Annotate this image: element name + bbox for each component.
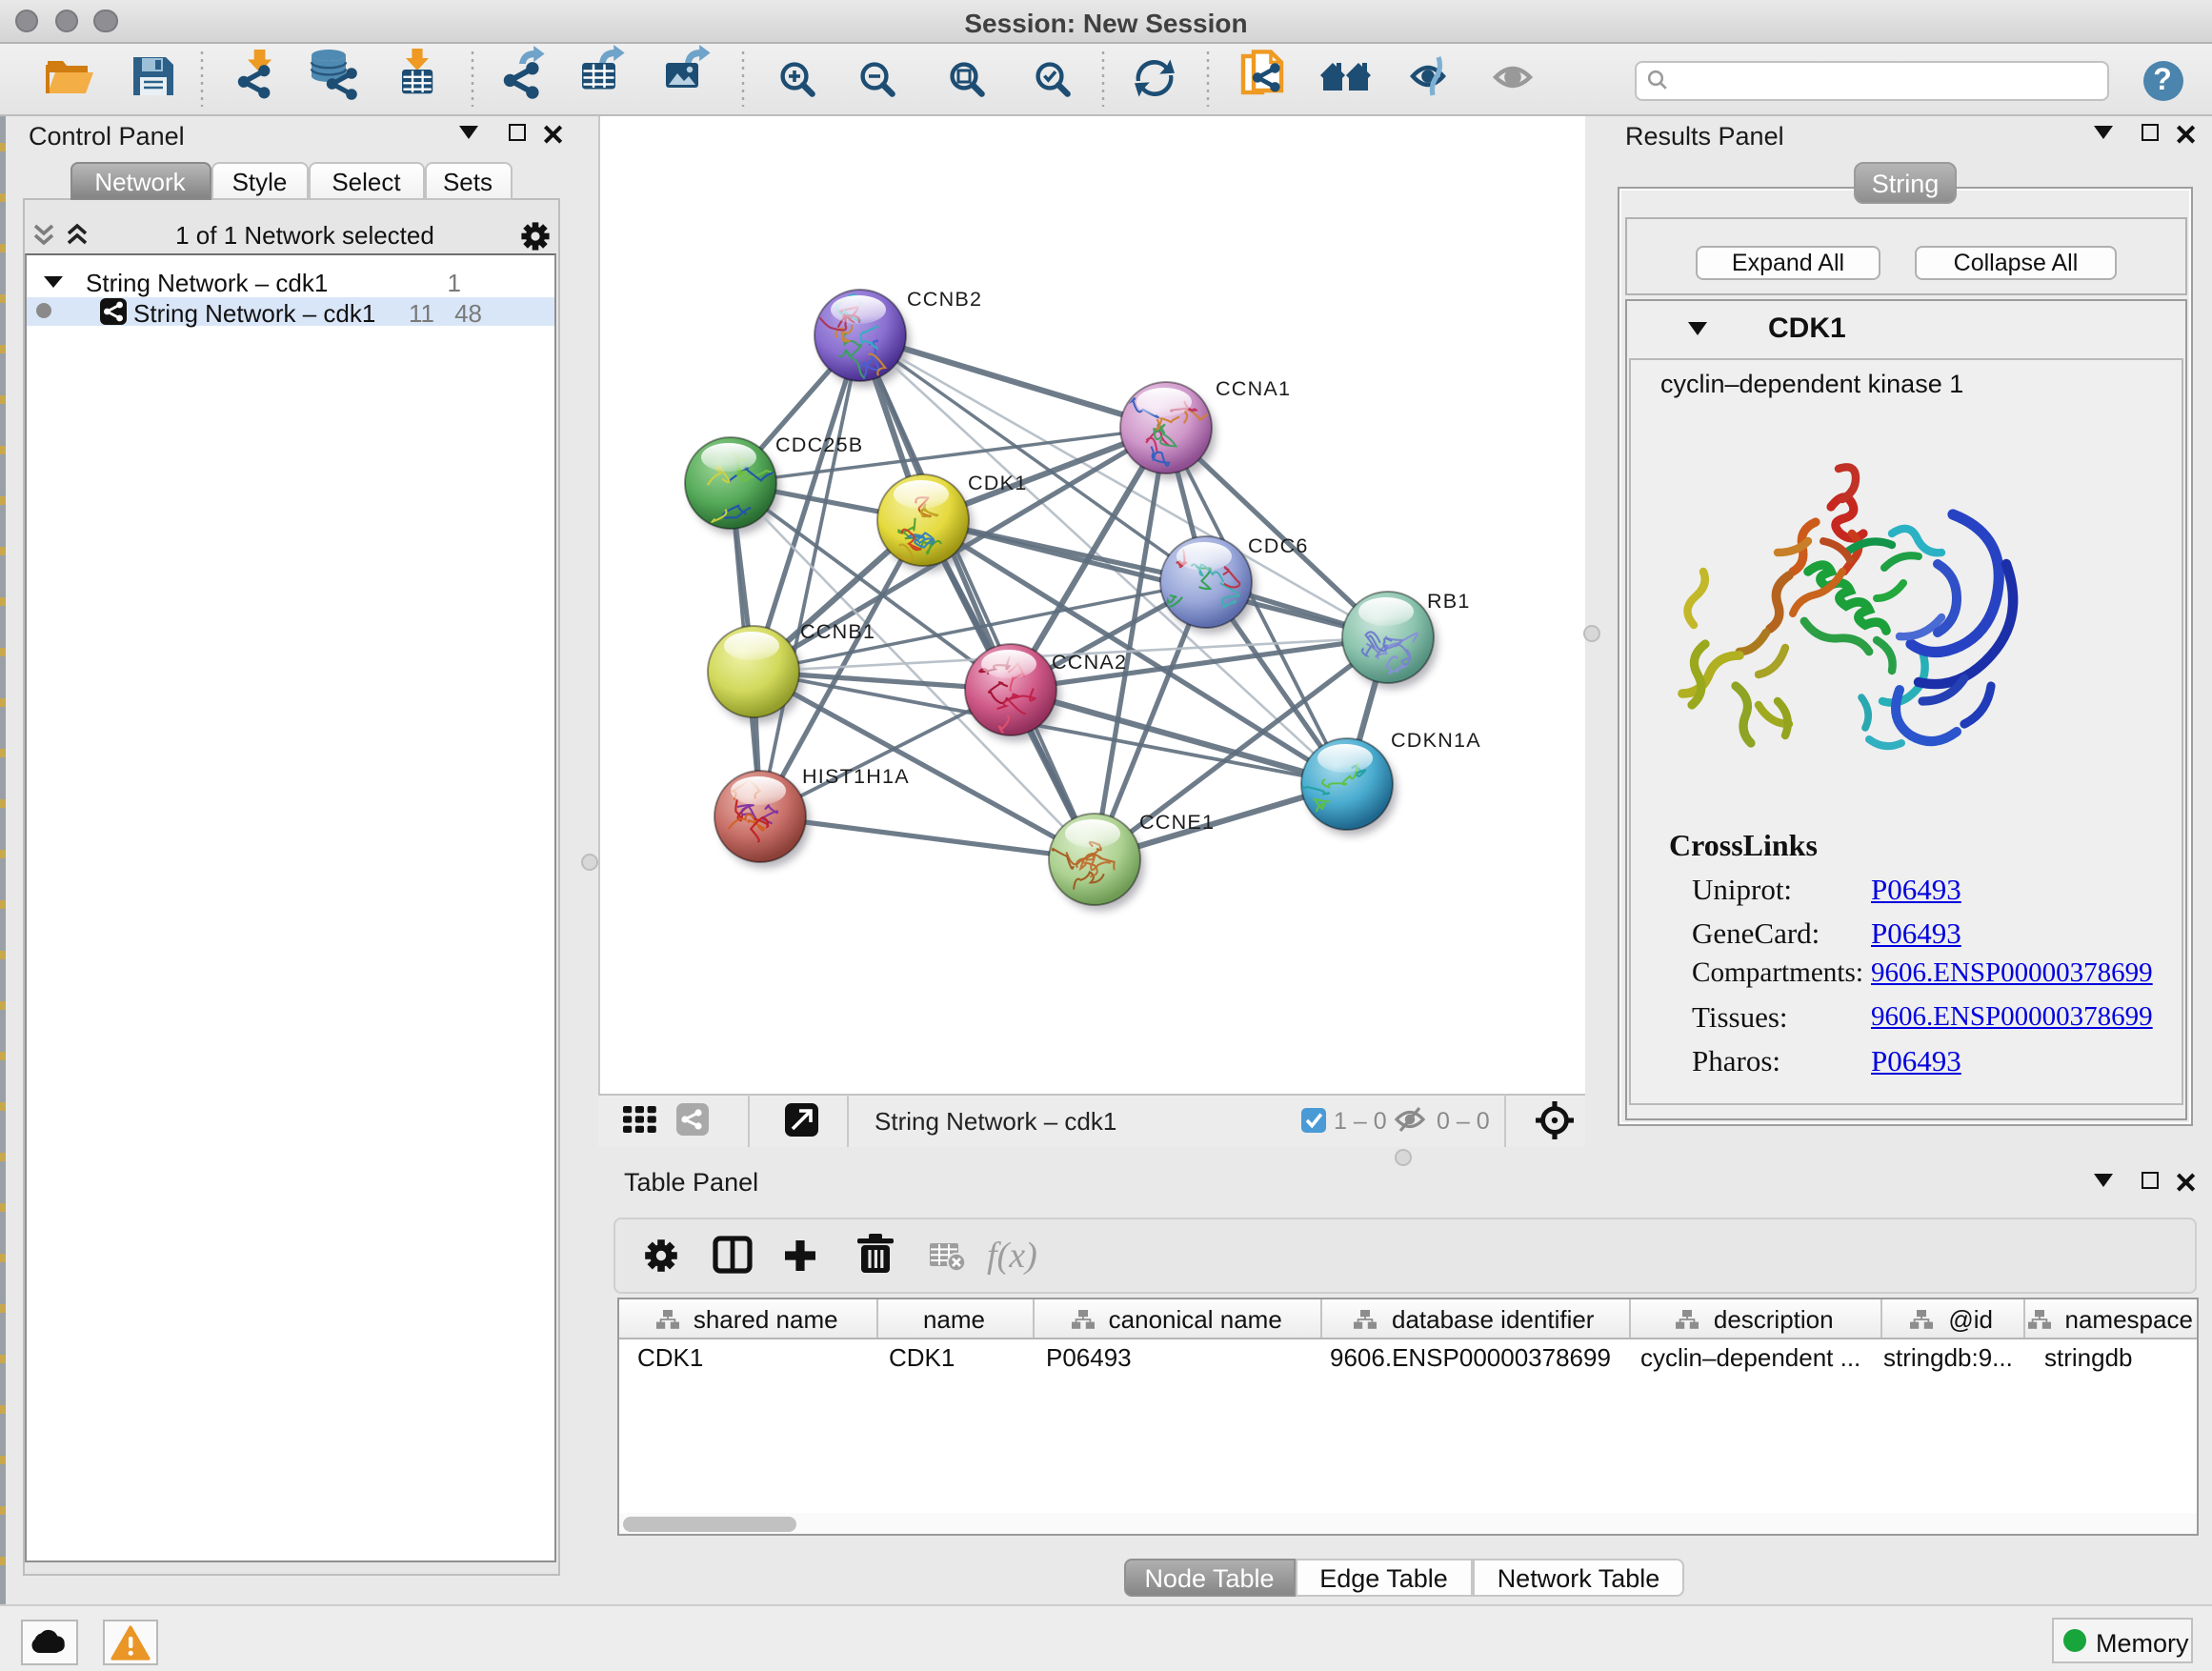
svg-text:CDC6: CDC6 <box>1248 534 1309 557</box>
svg-text:CCNB1: CCNB1 <box>800 619 875 643</box>
svg-text:HIST1H1A: HIST1H1A <box>802 764 910 788</box>
svg-text:CDKN1A: CDKN1A <box>1391 728 1481 752</box>
svg-text:CDC25B: CDC25B <box>775 433 863 456</box>
svg-text:CCNA1: CCNA1 <box>1216 376 1291 400</box>
svg-text:CCNA2: CCNA2 <box>1052 650 1127 674</box>
svg-text:CCNB2: CCNB2 <box>907 287 982 311</box>
svg-text:f(x): f(x) <box>986 1235 1036 1275</box>
svg-text:1 – 0: 1 – 0 <box>1334 1108 1387 1135</box>
svg-text:0 – 0: 0 – 0 <box>1437 1108 1490 1135</box>
svg-text:CCNE1: CCNE1 <box>1139 810 1215 834</box>
svg-text:CDK1: CDK1 <box>968 471 1027 494</box>
svg-text:RB1: RB1 <box>1427 589 1471 613</box>
